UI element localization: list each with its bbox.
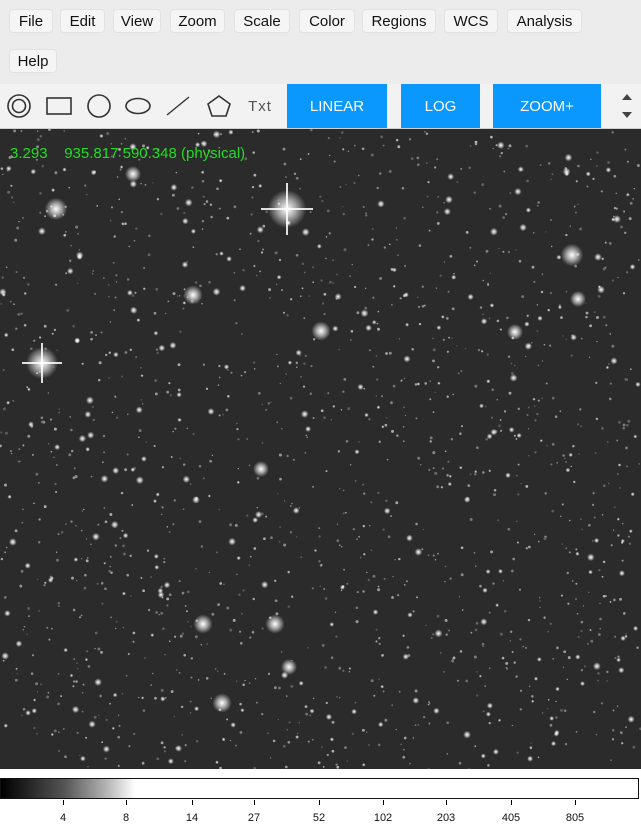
menu-color[interactable]: Color: [299, 9, 355, 33]
annulus-icon: [7, 94, 31, 118]
menu-wcs[interactable]: WCS: [444, 9, 498, 33]
menu-file[interactable]: File: [9, 9, 53, 33]
coordinate-readout: 3.293 935.817 590.348 (physical): [10, 145, 246, 162]
colorbar-tick-label: 805: [565, 812, 585, 824]
menu-edit[interactable]: Edit: [60, 9, 105, 33]
colorbar-tick-mark: [319, 800, 320, 805]
colorbar-tick-label: 52: [312, 812, 326, 824]
menu-regions[interactable]: Regions: [362, 9, 436, 33]
log-button[interactable]: LOG: [401, 84, 480, 128]
colorbar-tick-label: 14: [185, 812, 199, 824]
text-tool-label: Txt: [248, 97, 272, 115]
colorbar-ticks: 4 8 14 27 52 102 203 405 805: [0, 800, 641, 838]
line-icon: [166, 96, 190, 116]
scroll-up-arrow-icon[interactable]: [622, 94, 632, 100]
circle-icon: [87, 94, 111, 118]
colorbar-tick-label: 27: [247, 812, 261, 824]
line-tool[interactable]: [164, 92, 192, 120]
region-toolbar: Txt LINEAR LOG ZOOM+: [0, 84, 641, 129]
menu-view[interactable]: View: [113, 9, 161, 33]
colorbar-tick-mark: [446, 800, 447, 805]
colorbar-tick-mark: [254, 800, 255, 805]
colorbar-tick-mark: [192, 800, 193, 805]
colorbar-tick-label: 203: [436, 812, 456, 824]
colorbar-tick-mark: [383, 800, 384, 805]
colorbar-tick-mark: [126, 800, 127, 805]
linear-button[interactable]: LINEAR: [287, 84, 387, 128]
colorbar-tick-mark: [575, 800, 576, 805]
colorbar-tick-label: 8: [122, 812, 130, 824]
ellipse-icon: [125, 97, 151, 115]
colorbar[interactable]: [0, 778, 639, 799]
menu-scale[interactable]: Scale: [234, 9, 290, 33]
polygon-tool[interactable]: [205, 92, 233, 120]
colorbar-tick-label: 405: [501, 812, 521, 824]
colorbar-tick-mark: [63, 800, 64, 805]
polygon-icon: [207, 95, 231, 117]
ellipse-tool[interactable]: [124, 92, 152, 120]
scroll-down-arrow-icon[interactable]: [622, 112, 632, 118]
annulus-tool[interactable]: [5, 92, 33, 120]
colorbar-tick-mark: [511, 800, 512, 805]
zoom-in-button[interactable]: ZOOM+: [493, 84, 601, 128]
toolbar-scroll-stepper[interactable]: [616, 86, 640, 126]
menu-bar: File Edit View Zoom Scale Color Regions …: [0, 0, 641, 85]
image-display[interactable]: 3.293 935.817 590.348 (physical): [0, 129, 641, 769]
menu-analysis[interactable]: Analysis: [507, 9, 582, 33]
colorbar-tick-label: 102: [373, 812, 393, 824]
circle-tool[interactable]: [85, 92, 113, 120]
box-tool[interactable]: [45, 92, 73, 120]
text-tool[interactable]: Txt: [244, 92, 276, 120]
colorbar-tick-label: 4: [59, 812, 67, 824]
menu-zoom[interactable]: Zoom: [170, 9, 225, 33]
box-icon: [46, 97, 72, 115]
star-field-image: [0, 129, 641, 769]
menu-help[interactable]: Help: [9, 49, 57, 73]
